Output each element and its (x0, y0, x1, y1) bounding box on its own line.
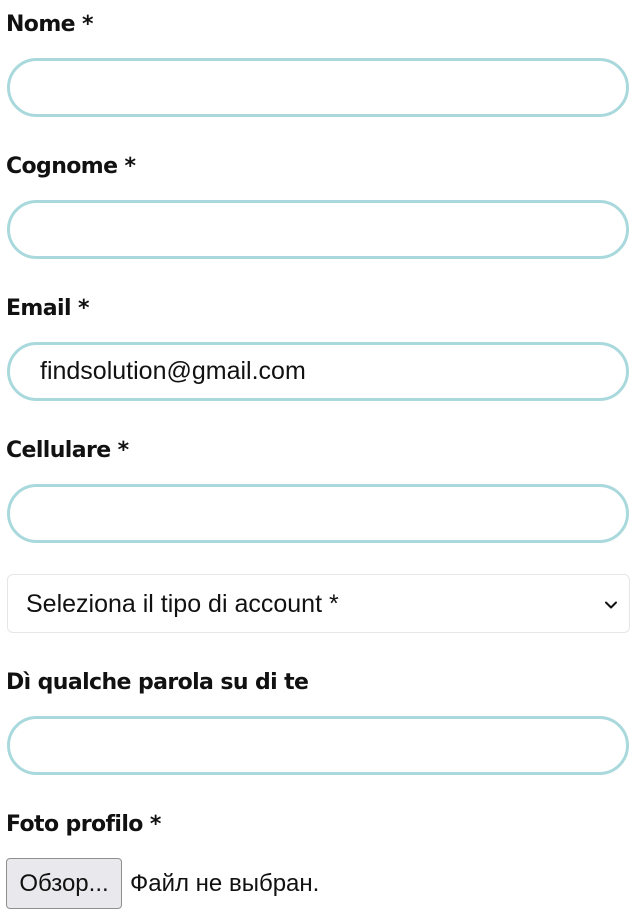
nome-input[interactable] (7, 58, 629, 117)
nome-label: Nome * (6, 12, 94, 37)
file-status-text: Файл не выбран. (130, 870, 320, 897)
bio-input[interactable] (7, 716, 629, 775)
photo-label: Foto profilo * (6, 812, 161, 837)
email-label: Email * (6, 296, 89, 321)
cellulare-label: Cellulare * (6, 438, 129, 463)
account-type-selected-value: Seleziona il tipo di account * (26, 590, 339, 618)
cognome-input[interactable] (7, 200, 629, 259)
bio-label: Dì qualche parola su di te (6, 670, 309, 695)
browse-file-button[interactable]: Обзор... (6, 858, 122, 909)
account-type-select[interactable]: Seleziona il tipo di account * (7, 574, 630, 633)
email-input[interactable] (7, 342, 629, 401)
chevron-down-icon (605, 601, 617, 609)
cognome-label: Cognome * (6, 154, 136, 179)
cellulare-input[interactable] (7, 484, 629, 543)
